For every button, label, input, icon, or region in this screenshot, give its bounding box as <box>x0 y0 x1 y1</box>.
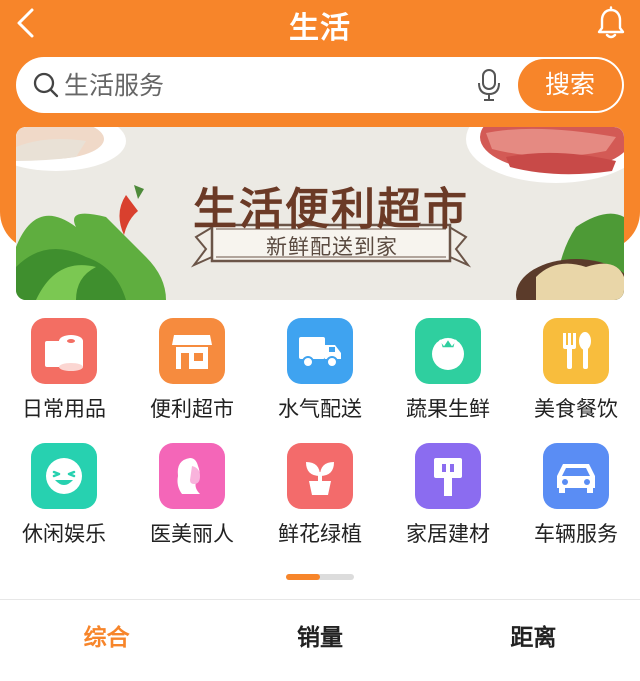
category-fresh-produce[interactable]: 蔬果生鲜 <box>384 318 512 423</box>
car-icon <box>543 443 609 509</box>
fork-spoon-icon <box>543 318 609 384</box>
banner-subtitle: 新鲜配送到家 <box>266 235 398 259</box>
category-label: 蔬果生鲜 <box>406 397 490 421</box>
category-daily-goods[interactable]: 日常用品 <box>0 318 128 423</box>
category-label: 日常用品 <box>22 397 106 421</box>
top-bar: 生活 <box>0 0 640 48</box>
microphone-icon[interactable] <box>476 68 502 102</box>
category-water-gas-delivery[interactable]: 水气配送 <box>256 318 384 423</box>
truck-icon <box>287 318 353 384</box>
category-vehicle-service[interactable]: 车辆服务 <box>512 443 640 548</box>
search-bar: 搜索 <box>16 57 624 113</box>
woman-icon <box>159 443 225 509</box>
search-icon <box>33 72 59 98</box>
category-convenience-store[interactable]: 便利超市 <box>128 318 256 423</box>
category-label: 便利超市 <box>150 397 234 421</box>
category-label: 医美丽人 <box>150 522 234 546</box>
bell-icon[interactable] <box>596 6 626 40</box>
smile-icon <box>31 443 97 509</box>
tomato-icon <box>415 318 481 384</box>
plug-icon <box>415 443 481 509</box>
category-leisure-entertainment[interactable]: 休闲娱乐 <box>0 443 128 548</box>
category-label: 水气配送 <box>278 397 362 421</box>
search-button[interactable]: 搜索 <box>518 59 622 111</box>
category-food-dining[interactable]: 美食餐饮 <box>512 318 640 423</box>
promo-banner[interactable]: 生活便利超市 新鲜配送到家 <box>16 127 624 300</box>
category-beauty[interactable]: 医美丽人 <box>128 443 256 548</box>
category-label: 车辆服务 <box>534 522 618 546</box>
tab-distance[interactable]: 距离 <box>427 600 640 681</box>
search-input[interactable] <box>64 67 444 103</box>
plant-icon <box>287 443 353 509</box>
category-label: 美食餐饮 <box>534 397 618 421</box>
page-indicator <box>286 574 354 580</box>
banner-title: 生活便利超市 <box>193 184 469 235</box>
category-grid: 日常用品 便利超市 水气配送 蔬果生鲜 美食餐饮 休闲娱乐 医美丽人 鲜花绿植 … <box>0 318 640 548</box>
category-label: 休闲娱乐 <box>22 522 106 546</box>
tab-sales[interactable]: 销量 <box>213 600 426 681</box>
page-title: 生活 <box>289 11 351 46</box>
category-flowers-plants[interactable]: 鲜花绿植 <box>256 443 384 548</box>
sort-tabs: 综合 销量 距离 <box>0 600 640 681</box>
page-indicator-active <box>286 574 320 580</box>
category-label: 家居建材 <box>406 522 490 546</box>
category-label: 鲜花绿植 <box>278 522 362 546</box>
tab-comprehensive[interactable]: 综合 <box>0 600 213 681</box>
tissue-roll-icon <box>31 318 97 384</box>
store-icon <box>159 318 225 384</box>
category-home-building[interactable]: 家居建材 <box>384 443 512 548</box>
